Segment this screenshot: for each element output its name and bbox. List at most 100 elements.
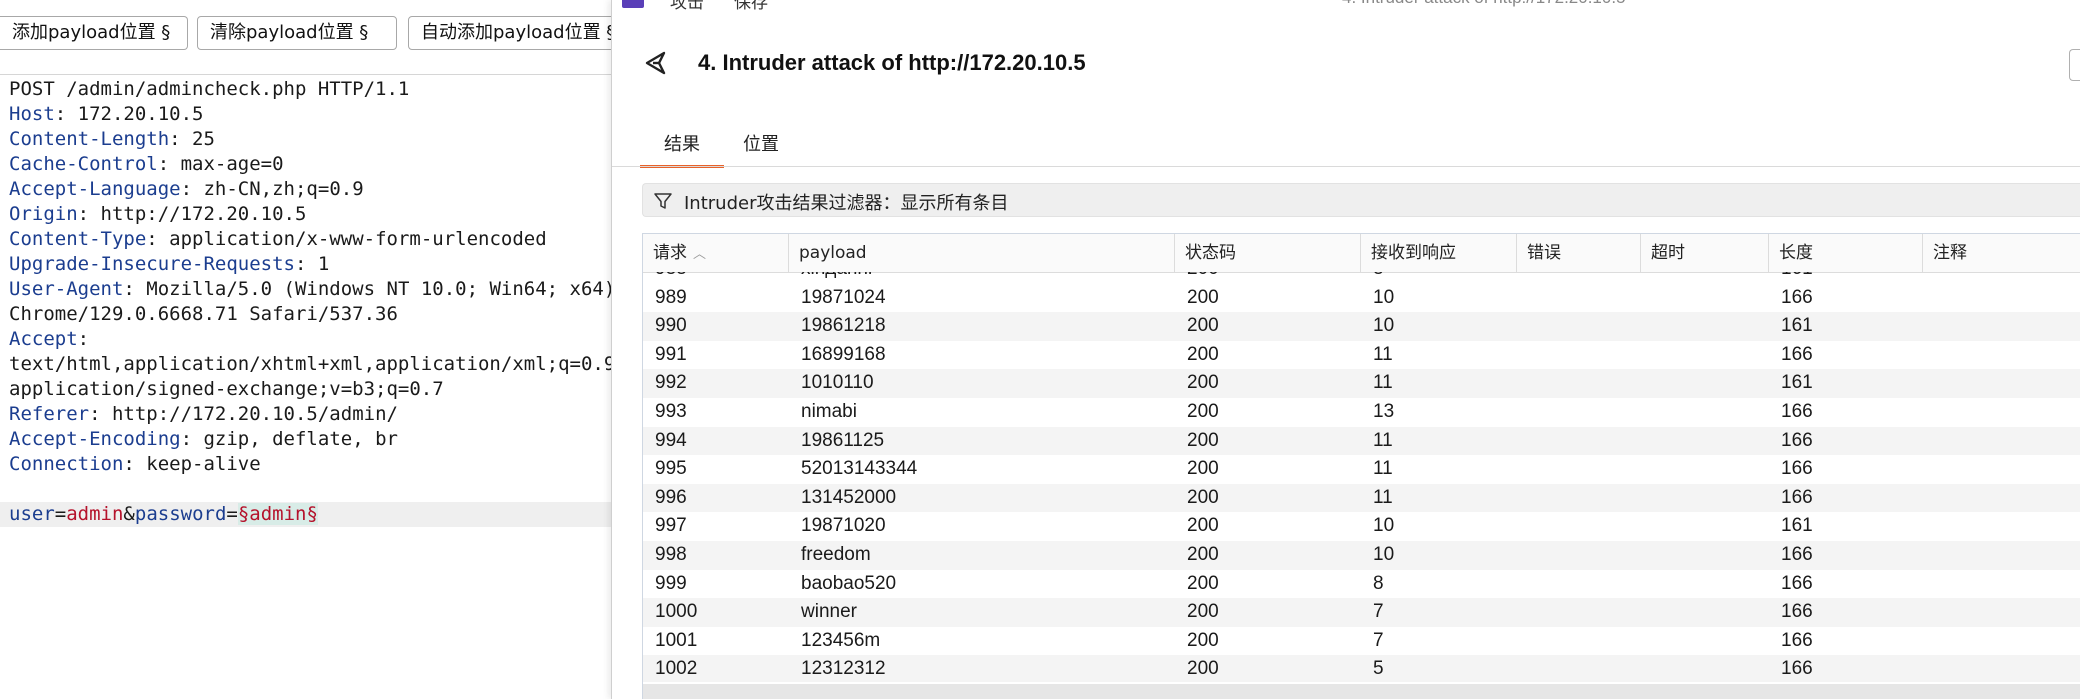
header-line: Accept-Encoding: gzip, deflate, br <box>9 428 398 450</box>
table-cell: 998 <box>655 544 687 565</box>
table-cell: 991 <box>655 343 687 365</box>
table-cell <box>1517 512 1529 541</box>
table-row[interactable]: 1002 12312312 200 5 166 <box>643 655 2080 682</box>
table-cell: 123456m <box>801 629 881 651</box>
table-cell: 166 <box>1781 458 1813 480</box>
table-cell <box>1517 484 1529 513</box>
table-cell: 11 <box>1373 343 1393 365</box>
table-cell: 1001 <box>655 629 698 651</box>
clear-payload-position-button[interactable]: 清除payload位置 § <box>197 16 397 50</box>
header-continuation: application/signed-exchange;v=b3;q=0.7 <box>9 378 444 400</box>
column-header-payload[interactable]: payload <box>789 234 1175 272</box>
table-cell: 7 <box>1373 601 1384 623</box>
table-row[interactable]: 997 19871020 200 10 161 <box>643 512 2080 541</box>
table-cell: 8 <box>1373 572 1384 594</box>
payload-toolbar: 添加payload位置 § 清除payload位置 § 自动添加payload位… <box>0 0 648 75</box>
column-header-response-received[interactable]: 接收到响应 <box>1361 234 1517 272</box>
table-cell: 993 <box>655 401 687 422</box>
table-cell <box>1923 312 1935 341</box>
tab-positions[interactable]: 位置 <box>732 130 790 165</box>
table-cell <box>1517 272 1529 284</box>
column-header-status[interactable]: 状态码 <box>1175 234 1361 272</box>
table-row[interactable]: 994 19861125 200 11 166 <box>643 426 2080 456</box>
table-cell: 1010110 <box>801 372 874 394</box>
table-row[interactable]: 998 freedom 200 10 166 <box>643 541 2080 570</box>
tab-results[interactable]: 结果 <box>640 130 724 168</box>
table-row[interactable]: 992 1010110 200 11 161 <box>643 369 2080 398</box>
results-filter-bar[interactable]: Intruder攻击结果过滤器：显示所有条目 <box>642 183 2080 217</box>
window-title: 4. Intruder attack of http://172.20.10.5 <box>1342 0 1626 8</box>
table-cell: 12312312 <box>801 658 886 680</box>
table-row[interactable]: 996 131452000 200 11 166 <box>643 483 2080 513</box>
table-cell <box>1923 341 1935 370</box>
table-cell <box>1641 284 1653 313</box>
app-logo-icon <box>622 0 644 8</box>
table-cell: 999 <box>655 572 687 594</box>
table-cell <box>1641 455 1653 484</box>
header-line: Referer: http://172.20.10.5/admin/ <box>9 403 398 425</box>
table-cell: 166 <box>1781 658 1813 680</box>
menu-attack[interactable]: 攻击 <box>670 0 704 13</box>
table-cell: 200 <box>1187 544 1219 565</box>
table-row[interactable]: 988 xinданni 200 8 161 <box>643 272 2080 284</box>
table-cell: 200 <box>1187 601 1219 623</box>
table-row[interactable]: 1000 winner 200 7 166 <box>643 598 2080 627</box>
table-cell: 988 <box>643 272 687 284</box>
header-action-button[interactable] <box>2069 49 2080 81</box>
table-cell: 11 <box>1373 458 1393 480</box>
table-row[interactable]: 995 52013143344 200 11 166 <box>643 455 2080 484</box>
table-row[interactable]: 1001 123456m 200 7 166 <box>643 627 2080 656</box>
table-cell <box>1517 655 1529 682</box>
table-row[interactable]: 989 19871024 200 10 166 <box>643 284 2080 313</box>
menu-save[interactable]: 保存 <box>734 0 768 13</box>
table-cell: 7 <box>1373 629 1384 651</box>
table-cell: 200 <box>1187 515 1219 537</box>
table-cell: 200 <box>1187 286 1219 308</box>
column-header-request[interactable]: 请求 ︿ <box>643 234 789 272</box>
table-cell <box>1923 369 1935 398</box>
filter-icon <box>654 193 672 209</box>
column-header-timeout[interactable]: 超时 <box>1641 234 1769 272</box>
table-cell: 200 <box>1187 372 1219 394</box>
header-line: Accept-Language: zh-CN,zh;q=0.9 <box>9 178 364 200</box>
table-cell <box>1641 655 1653 682</box>
table-cell <box>1923 541 1935 570</box>
request-text-editor[interactable]: POST /admin/admincheck.php HTTP/1.1 Host… <box>0 76 612 699</box>
table-cell: 994 <box>655 429 687 451</box>
table-cell <box>1641 484 1653 513</box>
table-cell: 11 <box>1373 429 1393 451</box>
table-row[interactable]: 991 16899168 200 11 166 <box>643 341 2080 370</box>
table-cell: 52013143344 <box>801 458 918 480</box>
table-cell <box>1923 570 1935 599</box>
table-cell: baobao520 <box>801 572 897 594</box>
horizontal-scrollbar[interactable] <box>643 684 2080 699</box>
header-continuation: Chrome/129.0.6668.71 Safari/537.36 <box>9 303 398 325</box>
sort-ascending-icon: ︿ <box>693 247 707 262</box>
table-cell <box>1517 341 1529 370</box>
table-cell <box>1641 627 1653 656</box>
table-cell: winner <box>801 601 857 623</box>
table-cell <box>1517 398 1529 427</box>
table-row[interactable]: 999 baobao520 200 8 166 <box>643 570 2080 599</box>
column-header-comment[interactable]: 注释 <box>1923 234 2080 272</box>
request-body: user=admin&password=§admin§ <box>0 502 612 527</box>
table-cell <box>1923 655 1935 682</box>
table-row[interactable]: 990 19861218 200 10 161 <box>643 312 2080 341</box>
payload-position-marker[interactable]: §admin§ <box>237 503 318 525</box>
column-header-error[interactable]: 错误 <box>1517 234 1641 272</box>
table-cell <box>1517 455 1529 484</box>
table-cell: 200 <box>1187 629 1219 651</box>
add-payload-position-button[interactable]: 添加payload位置 § <box>0 16 188 50</box>
header-line: Upgrade-Insecure-Requests: 1 <box>9 253 330 275</box>
table-row[interactable]: 993 nimabi 200 13 166 <box>643 398 2080 427</box>
table-cell: 11 <box>1373 372 1393 394</box>
table-cell: 166 <box>1781 601 1813 623</box>
column-header-length[interactable]: 长度 <box>1769 234 1923 272</box>
header-line: User-Agent: Mozilla/5.0 (Windows NT 10.0… <box>9 278 612 300</box>
header-line: Cache-Control: max-age=0 <box>9 153 284 175</box>
table-cell <box>1641 598 1653 627</box>
table-cell: 19861218 <box>801 315 886 337</box>
table-cell: 166 <box>1781 544 1813 565</box>
table-cell: 200 <box>1187 572 1219 594</box>
table-cell: 989 <box>655 286 687 308</box>
